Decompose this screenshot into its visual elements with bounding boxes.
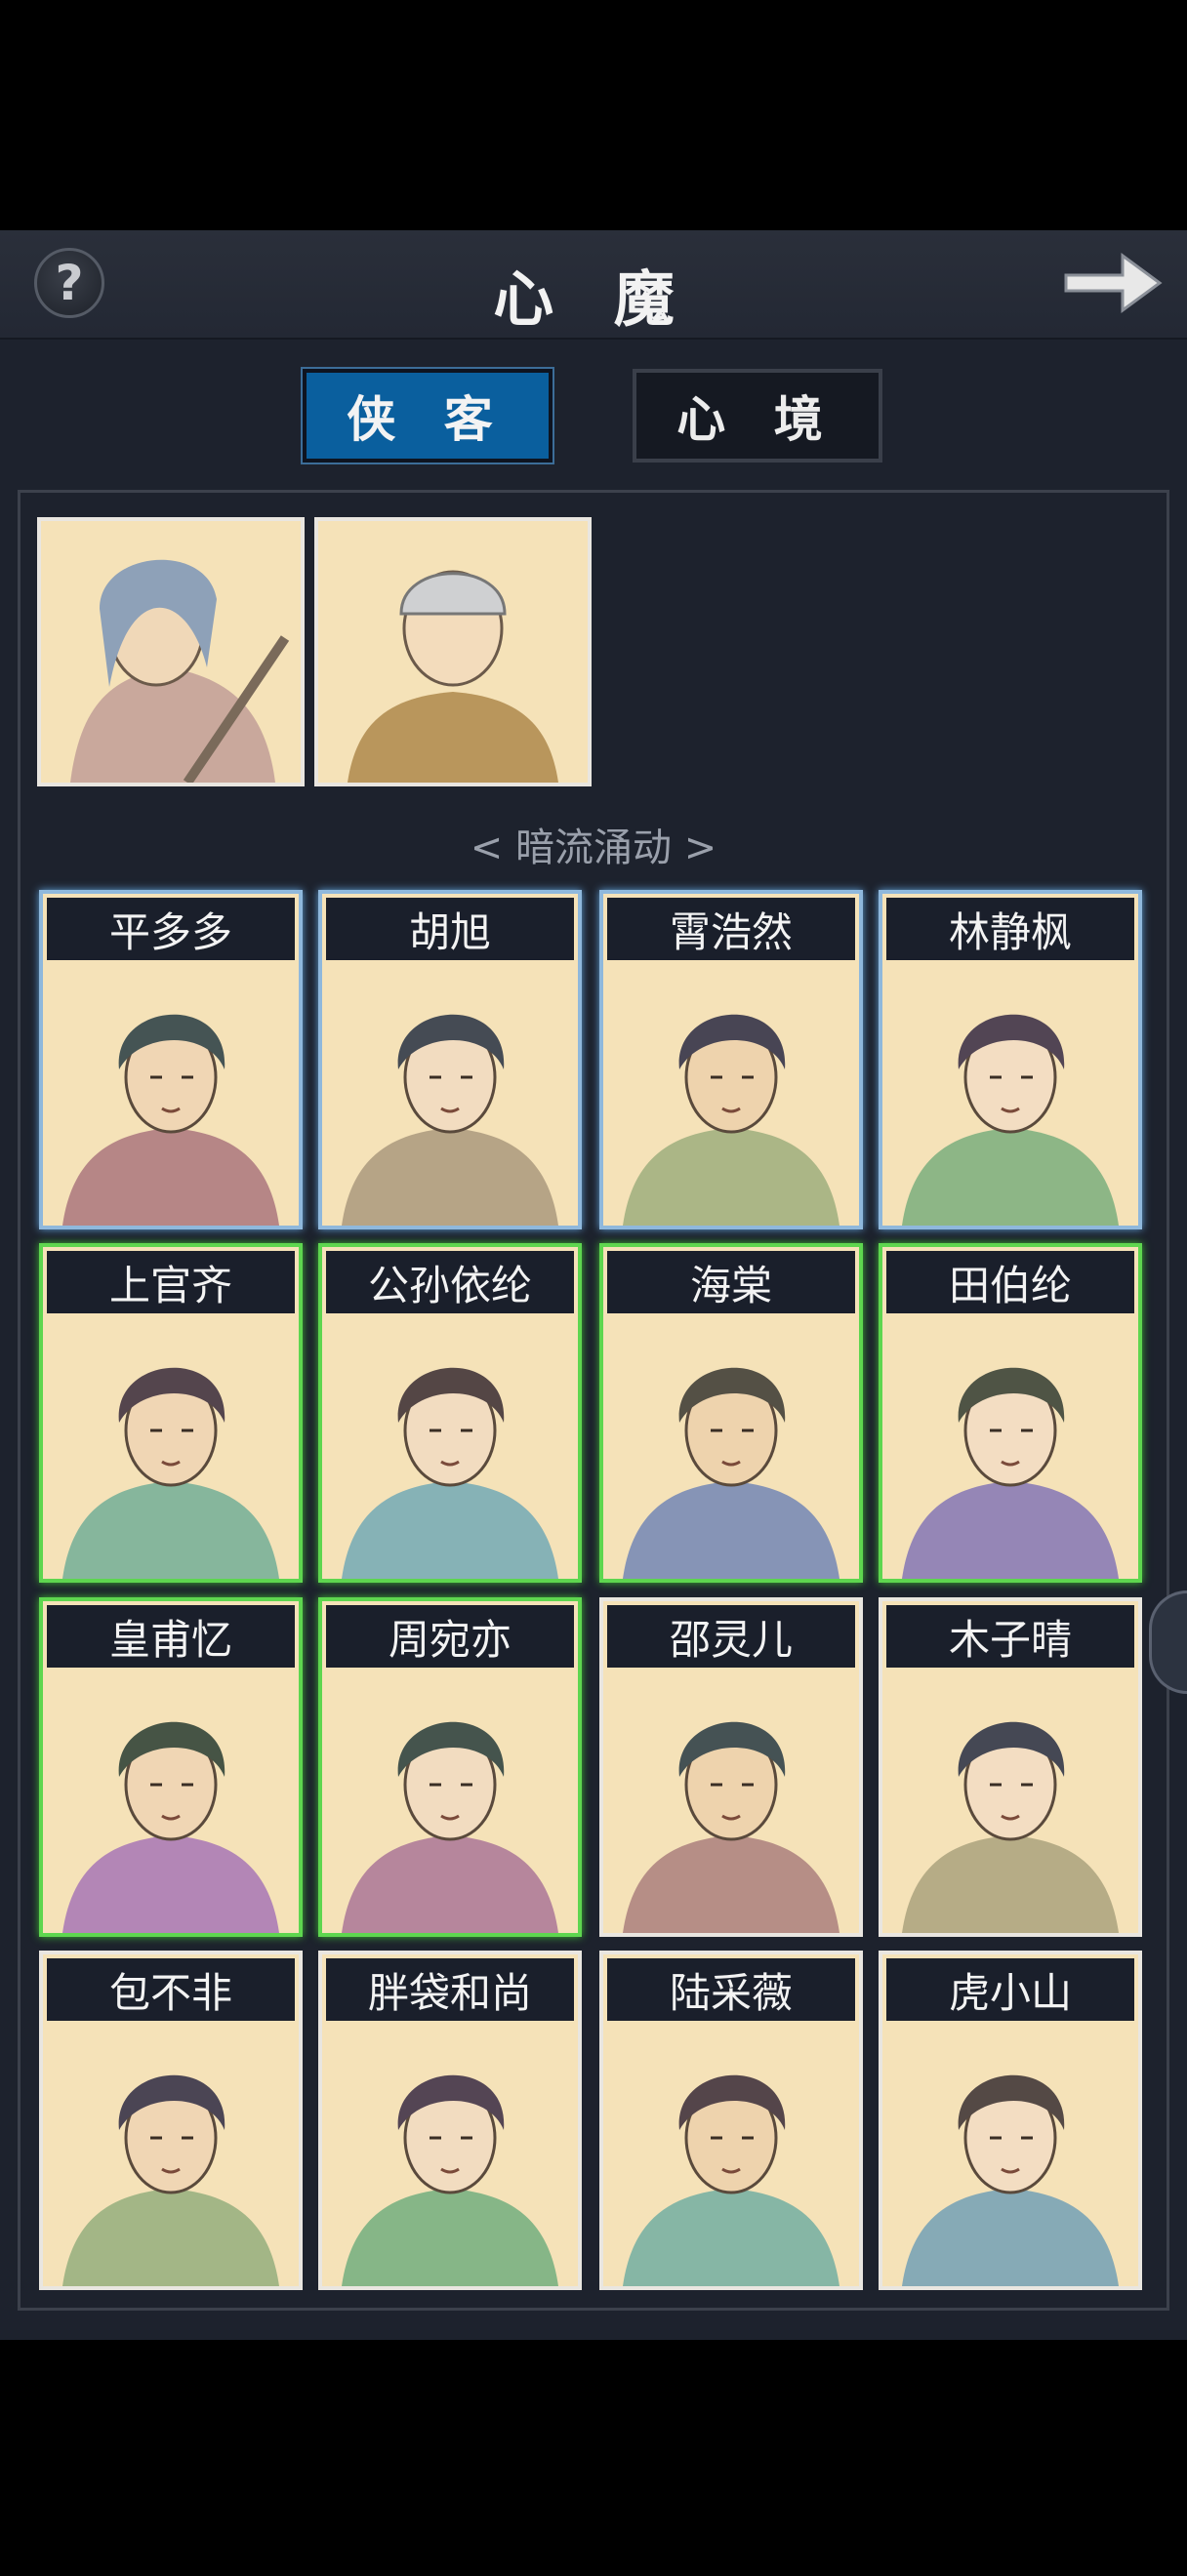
- character-portrait-icon: [62, 2074, 279, 2286]
- character-card[interactable]: 皇甫忆: [39, 1597, 303, 1937]
- character-card[interactable]: 邵灵儿: [599, 1597, 863, 1937]
- character-portrait-icon: [902, 1721, 1119, 1933]
- tab-heroes[interactable]: 侠 客: [303, 369, 553, 463]
- character-name: 上官齐: [47, 1251, 295, 1313]
- character-name: 霄浩然: [607, 898, 855, 960]
- section-label: < 暗流涌动 >: [470, 825, 717, 870]
- character-card[interactable]: 平多多: [39, 890, 303, 1229]
- character-name: 周宛亦: [326, 1605, 574, 1668]
- character-name: 平多多: [47, 898, 295, 960]
- character-card[interactable]: 上官齐: [39, 1243, 303, 1583]
- character-portrait-icon: [342, 1014, 558, 1226]
- character-portrait-icon: [623, 1367, 839, 1579]
- character-name: 木子晴: [886, 1605, 1134, 1668]
- character-portrait-icon: [62, 1367, 279, 1579]
- character-name: 林静枫: [886, 898, 1134, 960]
- character-name: 虎小山: [886, 1958, 1134, 2021]
- character-name: 胖袋和尚: [326, 1958, 574, 2021]
- character-name: 包不非: [47, 1958, 295, 2021]
- character-card[interactable]: 胡旭: [318, 890, 582, 1229]
- page-title: 心 魔: [493, 263, 694, 335]
- character-card[interactable]: 霄浩然: [599, 890, 863, 1229]
- character-portrait-icon: [342, 1721, 558, 1933]
- character-name: 田伯纶: [886, 1251, 1134, 1313]
- character-portrait-icon: [342, 1367, 558, 1579]
- character-name: 公孙依纶: [326, 1251, 574, 1313]
- character-card[interactable]: 包不非: [39, 1951, 303, 2290]
- tab-mindstate[interactable]: 心 境: [633, 369, 882, 463]
- character-card[interactable]: 胖袋和尚: [318, 1951, 582, 2290]
- character-name: 海棠: [607, 1251, 855, 1313]
- character-card[interactable]: 公孙依纶: [318, 1243, 582, 1583]
- character-card[interactable]: 田伯纶: [879, 1243, 1142, 1583]
- character-card[interactable]: 海棠: [599, 1243, 863, 1583]
- character-card[interactable]: 林静枫: [879, 890, 1142, 1229]
- character-portrait-icon: [623, 1721, 839, 1933]
- character-card[interactable]: 木子晴: [879, 1597, 1142, 1937]
- tab-bar: 侠 客 心 境: [0, 369, 1187, 466]
- character-portrait-icon: [342, 2074, 558, 2286]
- character-portrait-icon: [902, 2074, 1119, 2286]
- character-portrait-icon: [623, 2074, 839, 2286]
- portrait-monk[interactable]: [314, 517, 592, 786]
- monk-portrait-icon: [348, 570, 558, 783]
- character-portrait-icon: [623, 1014, 839, 1226]
- character-portrait-icon: [62, 1014, 279, 1226]
- screen: ? 心 魔 侠 客 心 境 < 暗流涌动 > 平多多 胡旭 霄浩然 林静枫上官齐 公孙依…: [0, 0, 1187, 2576]
- elder-swordsman-portrait-icon: [70, 559, 290, 783]
- character-portrait-icon: [902, 1367, 1119, 1579]
- character-name: 胡旭: [326, 898, 574, 960]
- character-card[interactable]: 周宛亦: [318, 1597, 582, 1937]
- character-card[interactable]: 陆采薇: [599, 1951, 863, 2290]
- portrait-elder-swordsman[interactable]: [37, 517, 305, 786]
- top-bar: ? 心 魔: [0, 230, 1187, 340]
- character-card[interactable]: 虎小山: [879, 1951, 1142, 2290]
- character-name: 皇甫忆: [47, 1605, 295, 1668]
- arrow-right-icon[interactable]: [1058, 244, 1166, 322]
- character-portrait-icon: [902, 1014, 1119, 1226]
- character-name: 邵灵儿: [607, 1605, 855, 1668]
- character-name: 陆采薇: [607, 1958, 855, 2021]
- character-portrait-icon: [62, 1721, 279, 1933]
